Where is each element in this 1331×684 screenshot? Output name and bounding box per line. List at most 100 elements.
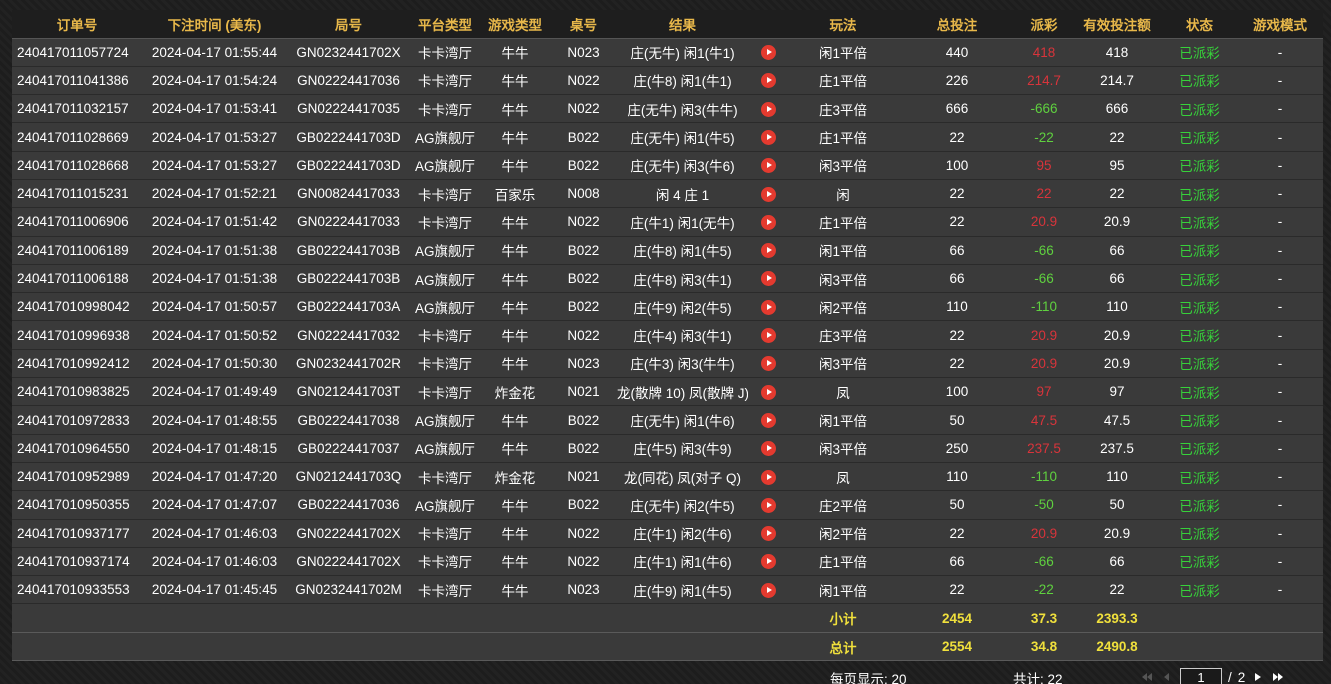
status-cell: 已派彩 — [1162, 546, 1237, 577]
play-type-cell: 庄1平倍 — [788, 65, 898, 96]
play-circle-icon[interactable] — [760, 299, 776, 315]
play-circle-icon[interactable] — [760, 271, 776, 287]
pagination-bar: 每页显示: 20 共计: 22 / 2 — [0, 666, 1331, 684]
status-cell: 已派彩 — [1162, 377, 1237, 407]
last-page-icon[interactable] — [1271, 670, 1285, 684]
play-circle-icon[interactable] — [760, 73, 776, 89]
replay-cell — [748, 348, 788, 379]
round-number-cell: GB02224417036 — [287, 490, 410, 520]
table-number-cell: B022 — [550, 405, 617, 435]
play-circle-icon[interactable] — [760, 384, 776, 400]
result-cell: 闲 4 庄 1 — [617, 178, 748, 209]
game-mode-cell: - — [1237, 94, 1323, 124]
bet-time-cell: 2024-04-17 01:52:21 — [142, 178, 287, 209]
first-page-icon[interactable] — [1140, 670, 1154, 684]
table-number-cell: N023 — [550, 37, 617, 67]
total-bet-cell: 226 — [898, 65, 1016, 96]
table-row: 240417010983825 2024-04-17 01:49:49 GN0212… — [12, 377, 1323, 407]
game-type-cell: 牛牛 — [480, 433, 550, 463]
valid-bet-cell: 214.7 — [1072, 65, 1162, 96]
result-cell: 庄(牛3) 闲3(牛牛) — [617, 348, 748, 379]
payout-cell: -22 — [1016, 122, 1072, 152]
bet-time-cell: 2024-04-17 01:47:07 — [142, 490, 287, 520]
order-number-cell: 240417010937177 — [12, 518, 142, 548]
play-circle-icon[interactable] — [760, 130, 776, 145]
platform-cell: 卡卡湾厅 — [410, 461, 480, 492]
play-circle-icon[interactable] — [760, 469, 776, 485]
table-row: 240417010996938 2024-04-17 01:50:52 GN0222… — [12, 320, 1323, 350]
play-circle-icon[interactable] — [760, 526, 776, 542]
column-header: 订单号 — [12, 10, 142, 39]
replay-cell — [748, 461, 788, 492]
game-type-cell: 牛牛 — [480, 348, 550, 379]
table-number-cell: N023 — [550, 348, 617, 379]
table-row: 240417011028668 2024-04-17 01:53:27 GB0222… — [12, 150, 1323, 180]
play-circle-icon[interactable] — [760, 243, 776, 259]
pagination-nav: / 2 — [1140, 668, 1285, 684]
play-circle-icon[interactable] — [760, 497, 776, 513]
replay-cell — [748, 150, 788, 180]
play-circle-icon[interactable] — [760, 356, 776, 372]
game-mode-cell: - — [1237, 405, 1323, 435]
game-type-cell: 牛牛 — [480, 490, 550, 520]
play-circle-icon[interactable] — [760, 412, 776, 428]
play-type-cell: 闲1平倍 — [788, 37, 898, 67]
next-page-icon[interactable] — [1251, 670, 1265, 684]
game-type-cell: 牛牛 — [480, 518, 550, 548]
valid-bet-cell: 110 — [1072, 292, 1162, 322]
column-header: 状态 — [1162, 10, 1237, 39]
game-type-cell: 牛牛 — [480, 65, 550, 96]
play-type-cell: 闲3平倍 — [788, 150, 898, 180]
column-header: 游戏模式 — [1237, 10, 1323, 39]
result-cell: 龙(散牌 10) 凤(散牌 J) — [617, 377, 748, 407]
bet-time-cell: 2024-04-17 01:53:27 — [142, 122, 287, 152]
status-cell: 已派彩 — [1162, 575, 1237, 605]
platform-cell: 卡卡湾厅 — [410, 575, 480, 605]
table-header-row: 订单号 下注时间 (美东) 局号 平台类型 游戏类型 桌号 结果 玩法 总投注 派彩 有效投注额 状态… — [12, 10, 1323, 39]
total-bet-cell: 66 — [898, 263, 1016, 294]
status-cell: 已派彩 — [1162, 150, 1237, 180]
play-circle-icon[interactable] — [760, 45, 776, 61]
game-mode-cell: - — [1237, 37, 1323, 67]
play-circle-icon[interactable] — [760, 158, 776, 174]
valid-bet-cell: 418 — [1072, 37, 1162, 67]
game-mode-cell: - — [1237, 122, 1323, 152]
play-circle-icon[interactable] — [760, 186, 776, 202]
subtotal-payout: 37.3 — [1016, 603, 1072, 633]
round-number-cell: GB02224417037 — [287, 433, 410, 463]
platform-cell: AG旗舰厅 — [410, 235, 480, 265]
play-type-cell: 凤 — [788, 377, 898, 407]
bet-time-cell: 2024-04-17 01:50:30 — [142, 348, 287, 379]
table-number-cell: N022 — [550, 320, 617, 350]
status-cell: 已派彩 — [1162, 94, 1237, 124]
result-cell: 庄(牛8) 闲3(牛1) — [617, 263, 748, 294]
round-number-cell: GN00824417033 — [287, 178, 410, 209]
bet-time-cell: 2024-04-17 01:51:38 — [142, 263, 287, 294]
prev-page-icon[interactable] — [1160, 670, 1174, 684]
status-cell: 已派彩 — [1162, 122, 1237, 152]
order-number-cell: 240417011028669 — [12, 122, 142, 152]
table-body: 240417011057724 2024-04-17 01:55:44 GN0232… — [12, 37, 1323, 605]
order-number-cell: 240417011006906 — [12, 207, 142, 237]
page-number-input[interactable] — [1180, 668, 1222, 684]
platform-cell: 卡卡湾厅 — [410, 546, 480, 577]
play-type-cell: 庄3平倍 — [788, 320, 898, 350]
table-row: 240417010998042 2024-04-17 01:50:57 GB0222… — [12, 292, 1323, 322]
game-type-cell: 牛牛 — [480, 207, 550, 237]
status-cell: 已派彩 — [1162, 65, 1237, 96]
replay-cell — [748, 122, 788, 152]
table-number-cell: N022 — [550, 518, 617, 548]
play-circle-icon[interactable] — [760, 554, 776, 570]
play-circle-icon[interactable] — [760, 101, 776, 117]
play-circle-icon[interactable] — [760, 582, 776, 598]
result-cell: 庄(牛8) 闲1(牛5) — [617, 235, 748, 265]
valid-bet-cell: 237.5 — [1072, 433, 1162, 463]
column-header: 派彩 — [1016, 10, 1072, 39]
table-number-cell: N008 — [550, 178, 617, 209]
play-circle-icon[interactable] — [760, 441, 776, 457]
play-circle-icon[interactable] — [760, 214, 776, 230]
payout-cell: 97 — [1016, 377, 1072, 407]
payout-cell: 20.9 — [1016, 207, 1072, 237]
play-circle-icon[interactable] — [760, 328, 776, 344]
column-header: 结果 — [617, 10, 748, 39]
